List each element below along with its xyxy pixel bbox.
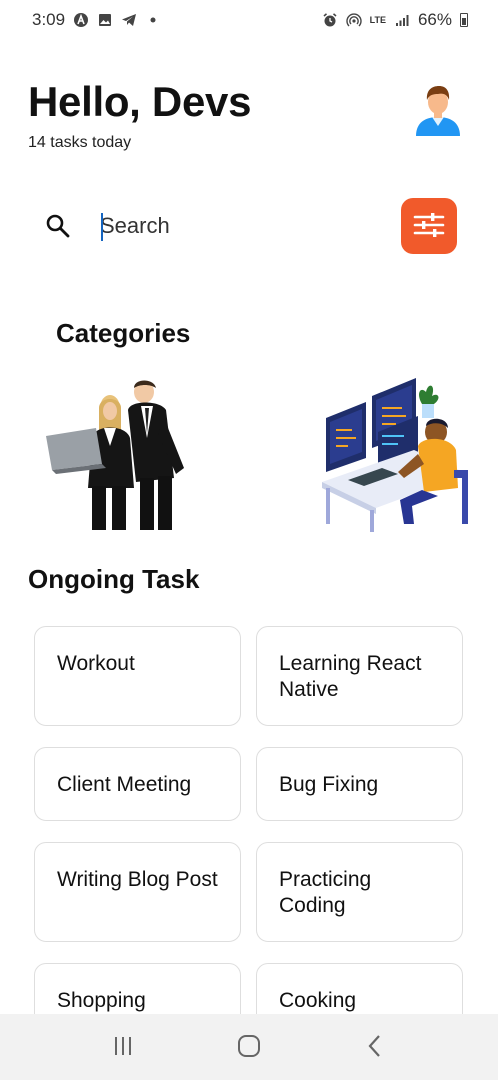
- notification-dot-icon: [145, 12, 161, 28]
- back-button[interactable]: [355, 1027, 395, 1067]
- categories-title: Categories: [56, 318, 191, 348]
- home-button[interactable]: [229, 1027, 269, 1067]
- greeting-title: Hello, Devs: [28, 78, 252, 125]
- status-right: LTE 66%: [322, 10, 468, 30]
- task-card[interactable]: Learning React Native: [256, 626, 463, 726]
- task-card[interactable]: Client Meeting: [34, 747, 241, 821]
- task-label: Shopping: [57, 989, 146, 1012]
- user-avatar-icon[interactable]: [410, 82, 466, 138]
- hotspot-icon: [346, 12, 362, 28]
- alarm-icon: [322, 12, 338, 28]
- task-label: Practicing Coding: [279, 868, 372, 917]
- telegram-icon: [121, 12, 137, 28]
- task-label: Writing Blog Post: [57, 868, 218, 891]
- sliders-icon: [412, 208, 446, 245]
- task-label: Bug Fixing: [279, 773, 379, 796]
- task-label: Cooking: [279, 989, 357, 1012]
- business-people-illustration[interactable]: [44, 378, 204, 532]
- app-a-icon: [73, 12, 89, 28]
- task-card[interactable]: Workout: [34, 626, 241, 726]
- home-icon: [237, 1034, 261, 1061]
- status-left: 3:09: [32, 10, 161, 30]
- task-card[interactable]: Practicing Coding: [256, 842, 463, 942]
- text-caret: [101, 213, 103, 241]
- task-label: Client Meeting: [57, 773, 192, 796]
- task-card[interactable]: Bug Fixing: [256, 747, 463, 821]
- network-type: LTE: [369, 15, 386, 25]
- image-icon: [97, 12, 113, 28]
- ongoing-task-title: Ongoing Task: [28, 564, 200, 594]
- task-card[interactable]: Writing Blog Post: [34, 842, 241, 942]
- recents-icon: [111, 1034, 135, 1061]
- back-icon: [363, 1034, 387, 1061]
- battery-icon: [460, 13, 468, 27]
- developer-workstation-illustration[interactable]: [318, 374, 472, 532]
- battery-percent: 66%: [417, 10, 452, 29]
- recents-button[interactable]: [103, 1027, 143, 1067]
- signal-icon: [394, 12, 410, 28]
- status-bar: 3:09 LTE 66%: [0, 0, 498, 40]
- search-input[interactable]: [100, 208, 360, 244]
- search-icon[interactable]: [44, 212, 72, 240]
- filter-button[interactable]: [401, 198, 457, 254]
- task-count-subtitle: 14 tasks today: [28, 134, 132, 151]
- system-nav-bar: [0, 1014, 498, 1080]
- task-label: Workout: [57, 652, 135, 675]
- status-time: 3:09: [32, 10, 66, 29]
- task-label: Learning React Native: [279, 652, 422, 701]
